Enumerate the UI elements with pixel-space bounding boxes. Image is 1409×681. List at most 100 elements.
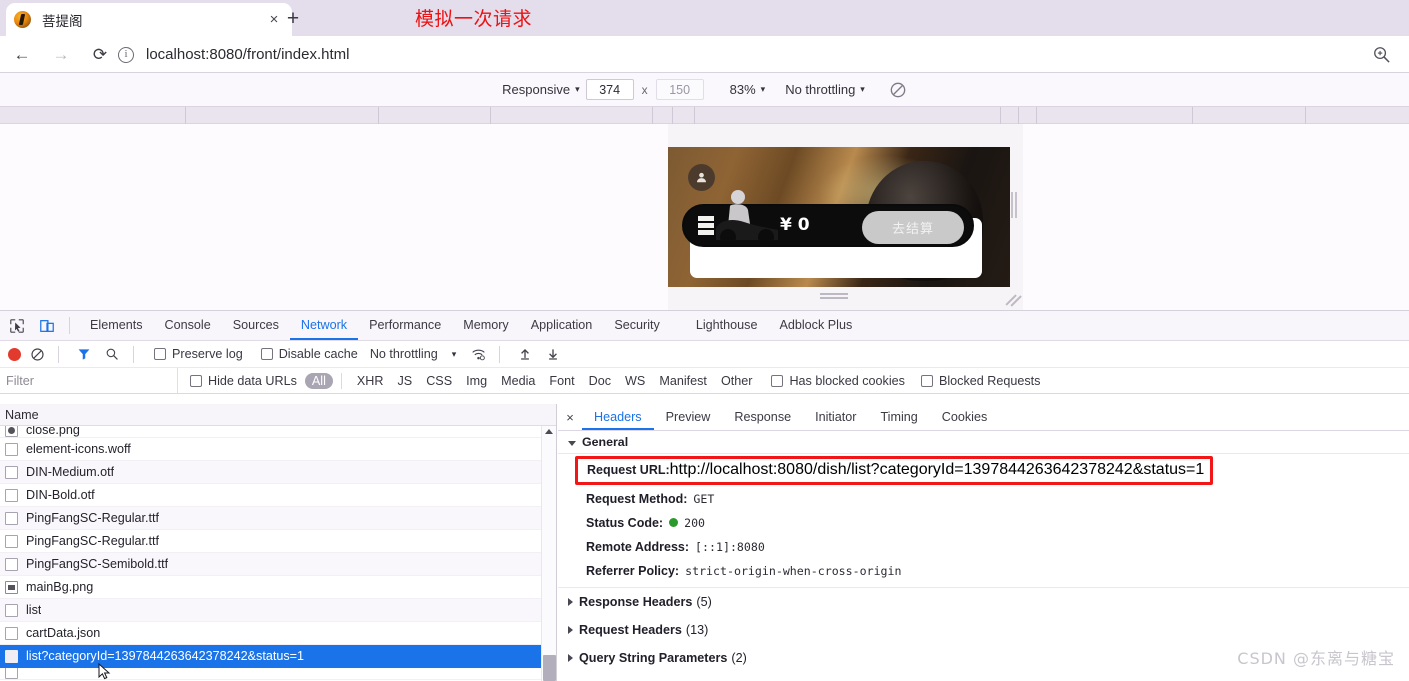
zoom-select[interactable]: 83% ▾: [730, 82, 766, 97]
status-code-key: Status Code:: [586, 514, 663, 532]
scrollbar-thumb[interactable]: [543, 655, 556, 681]
network-throttling-select[interactable]: No throttling ▾: [370, 347, 456, 361]
table-row[interactable]: PingFangSC-Regular.ttf: [0, 530, 556, 553]
column-header-name[interactable]: Name: [0, 404, 556, 426]
font-file-icon: [5, 443, 18, 456]
reload-icon[interactable]: ⟳: [83, 38, 117, 72]
zoom-in-icon[interactable]: [1372, 45, 1391, 64]
network-conditions-icon[interactable]: [466, 342, 490, 366]
response-headers-section[interactable]: Response Headers (5): [558, 588, 1409, 616]
browser-tab[interactable]: 菩提阁 ×: [6, 3, 292, 36]
tab-sources[interactable]: Sources: [222, 311, 290, 340]
new-tab-button[interactable]: +: [278, 4, 308, 33]
table-row[interactable]: element-icons.woff: [0, 438, 556, 461]
filter-type-ws[interactable]: WS: [618, 374, 652, 388]
image-file-icon: [5, 426, 18, 437]
device-name: Responsive: [502, 82, 570, 97]
tab-security[interactable]: Security: [603, 311, 671, 340]
device-toolbar-icon[interactable]: [33, 312, 60, 339]
viewport-height-input[interactable]: 150: [656, 79, 704, 100]
tab-timing[interactable]: Timing: [868, 404, 929, 430]
remote-address-key: Remote Address:: [586, 538, 689, 556]
cart-bar: ¥ 0 去结算: [682, 204, 974, 247]
tab-lighthouse[interactable]: Lighthouse: [685, 311, 769, 340]
throttling-select[interactable]: No throttling ▾: [785, 82, 865, 97]
tab-network[interactable]: Network: [290, 311, 358, 340]
tab-elements[interactable]: Elements: [79, 311, 154, 340]
has-blocked-cookies-checkbox[interactable]: Has blocked cookies: [771, 374, 905, 388]
tab-headers[interactable]: Headers: [582, 404, 654, 430]
tab-response[interactable]: Response: [722, 404, 803, 430]
device-select[interactable]: Responsive ▾: [502, 82, 579, 97]
request-list-scrollbar[interactable]: [541, 426, 556, 681]
request-url-key: Request URL:: [587, 463, 670, 477]
request-name: element-icons.woff: [26, 442, 131, 456]
preserve-log-checkbox[interactable]: Preserve log: [154, 347, 243, 361]
table-row[interactable]: PingFangSC-Regular.ttf: [0, 507, 556, 530]
request-headers-section[interactable]: Request Headers (13): [558, 616, 1409, 644]
table-row[interactable]: cartData.json: [0, 622, 556, 645]
filter-type-font[interactable]: Font: [542, 374, 581, 388]
url-input[interactable]: i localhost:8080/front/index.html: [118, 41, 1373, 68]
filter-type-all[interactable]: All: [305, 373, 333, 389]
table-row[interactable]: DIN-Medium.otf: [0, 461, 556, 484]
no-throttle-icon[interactable]: [889, 81, 907, 99]
request-name: PingFangSC-Semibold.ttf: [26, 557, 168, 571]
filter-type-js[interactable]: JS: [391, 374, 420, 388]
table-row[interactable]: PingFangSC-Semibold.ttf: [0, 553, 556, 576]
devtools-tabbar: Elements Console Sources Network Perform…: [0, 311, 1409, 341]
referrer-policy-value: strict-origin-when-cross-origin: [685, 562, 901, 580]
resize-handle-right[interactable]: [1009, 192, 1019, 218]
back-icon[interactable]: ←: [5, 38, 39, 72]
status-badge: [669, 518, 678, 527]
table-row[interactable]: list: [0, 599, 556, 622]
filter-icon[interactable]: [72, 342, 96, 366]
hide-data-urls-checkbox[interactable]: Hide data URLs: [190, 374, 297, 388]
request-list-pane: Name close.png element-icons.woff DIN-Me…: [0, 404, 557, 681]
general-section-header[interactable]: General: [558, 431, 1409, 454]
site-info-icon[interactable]: i: [118, 47, 134, 63]
table-row[interactable]: DIN-Bold.otf: [0, 484, 556, 507]
tab-strip: 菩提阁 × + 模拟一次请求: [0, 0, 1409, 36]
filter-type-doc[interactable]: Doc: [582, 374, 618, 388]
forward-icon[interactable]: →: [44, 38, 78, 72]
search-icon[interactable]: [100, 342, 124, 366]
filter-type-media[interactable]: Media: [494, 374, 542, 388]
remote-address-row: Remote Address: [::1]:8080: [558, 535, 1409, 559]
inspect-element-icon[interactable]: [3, 312, 30, 339]
tab-memory[interactable]: Memory: [452, 311, 519, 340]
table-row-selected[interactable]: list?categoryId=1397844263642378242&stat…: [0, 645, 556, 668]
request-headers-label: Request Headers: [579, 623, 682, 637]
table-row[interactable]: [0, 668, 556, 680]
table-row[interactable]: close.png: [0, 426, 556, 438]
tab-initiator[interactable]: Initiator: [803, 404, 868, 430]
clear-icon[interactable]: [25, 342, 49, 366]
filter-type-xhr[interactable]: XHR: [350, 374, 391, 388]
resize-handle-bottom[interactable]: [820, 292, 848, 300]
tab-cookies[interactable]: Cookies: [930, 404, 1000, 430]
tab-performance[interactable]: Performance: [358, 311, 452, 340]
chevron-right-icon: [568, 654, 573, 662]
address-bar: ← → ⟳ i localhost:8080/front/index.html: [0, 36, 1409, 73]
import-har-icon[interactable]: [513, 342, 537, 366]
tab-preview[interactable]: Preview: [654, 404, 723, 430]
close-icon[interactable]: ×: [558, 405, 582, 429]
record-button[interactable]: [8, 348, 21, 361]
export-har-icon[interactable]: [541, 342, 565, 366]
filter-type-other[interactable]: Other: [714, 374, 760, 388]
filter-type-css[interactable]: CSS: [419, 374, 459, 388]
filter-type-manifest[interactable]: Manifest: [652, 374, 714, 388]
general-label: General: [582, 435, 628, 449]
scroll-up-arrow-icon[interactable]: [545, 429, 553, 434]
resize-handle-corner[interactable]: [1007, 294, 1019, 306]
viewport-width-input[interactable]: 374: [586, 79, 634, 100]
tab-console[interactable]: Console: [154, 311, 222, 340]
blocked-requests-checkbox[interactable]: Blocked Requests: [921, 374, 1041, 388]
table-row[interactable]: mainBg.png: [0, 576, 556, 599]
disable-cache-checkbox[interactable]: Disable cache: [261, 347, 358, 361]
checkout-button[interactable]: 去结算: [862, 211, 964, 244]
filter-type-img[interactable]: Img: [459, 374, 494, 388]
tab-adblock-plus[interactable]: Adblock Plus: [768, 311, 863, 340]
filter-input[interactable]: Filter: [0, 368, 178, 394]
tab-application[interactable]: Application: [520, 311, 604, 340]
